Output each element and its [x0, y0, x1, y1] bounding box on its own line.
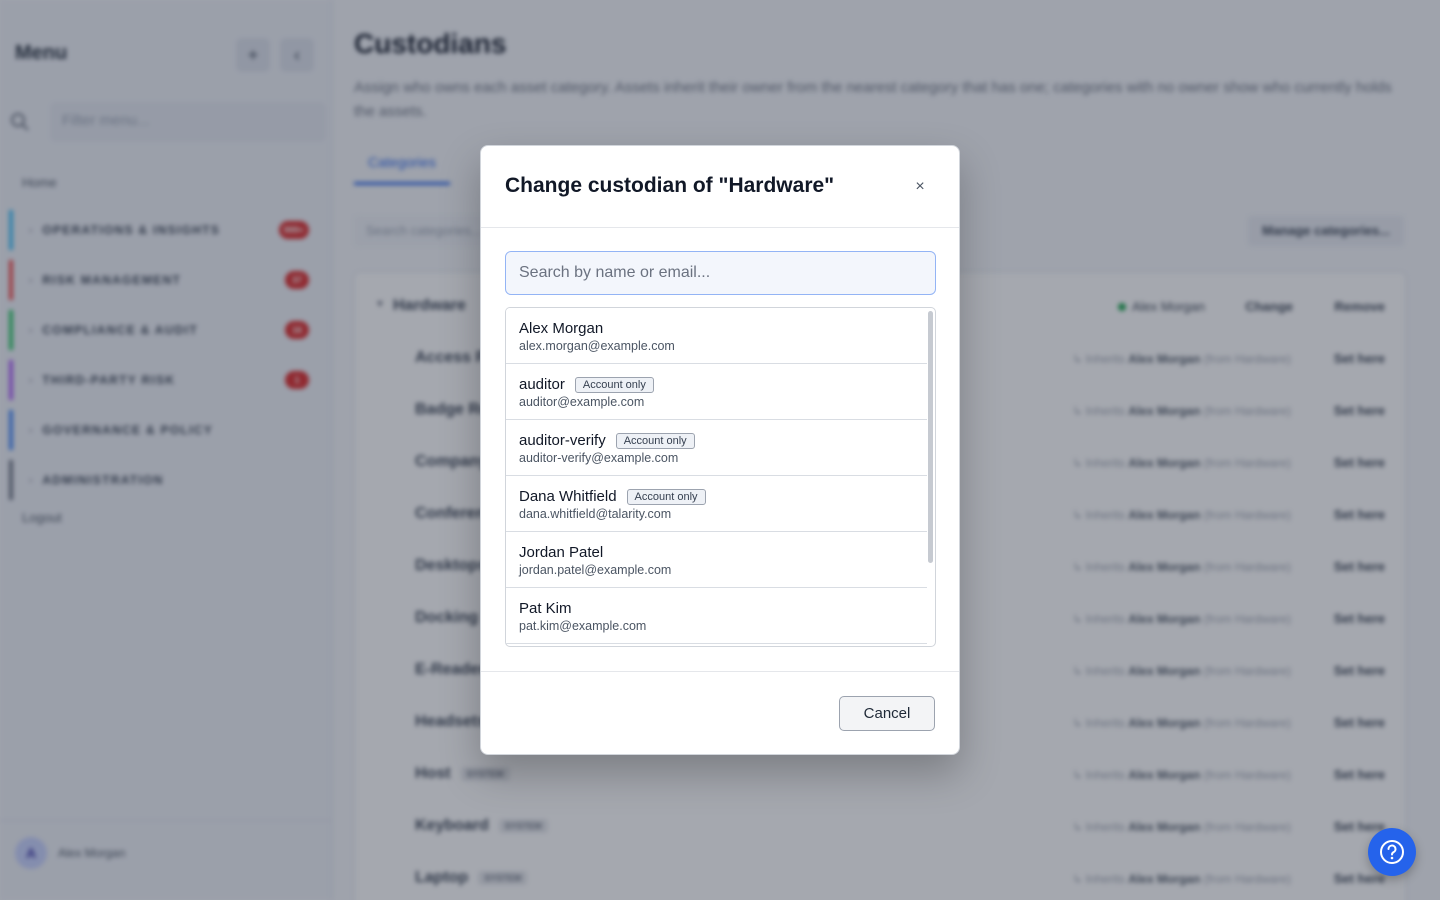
- close-icon[interactable]: ×: [911, 179, 929, 197]
- account-only-badge: Account only: [615, 433, 695, 449]
- custodian-email: pat.kim@example.com: [519, 619, 647, 633]
- custodian-name: Pat Kim: [519, 600, 572, 617]
- help-button[interactable]: [1368, 828, 1416, 876]
- modal-title: Change custodian of "Hardware": [505, 174, 835, 197]
- custodian-name: Dana Whitfield Account only: [519, 488, 706, 505]
- results-scrollbar[interactable]: [928, 311, 933, 563]
- custodian-option[interactable]: Alex Morgan alex.morgan@example.com: [506, 308, 927, 364]
- account-only-badge: Account only: [626, 489, 706, 505]
- custodian-email: dana.whitfield@talarity.com: [519, 507, 672, 521]
- help-circle-icon: [1380, 840, 1404, 864]
- custodian-email: auditor@example.com: [519, 395, 645, 409]
- custodian-email: jordan.patel@example.com: [519, 563, 672, 577]
- custodian-name: auditor Account only: [519, 376, 654, 393]
- custodian-name: Jordan Patel: [519, 544, 604, 561]
- custodian-email: auditor-verify@example.com: [519, 451, 679, 465]
- cancel-button[interactable]: Cancel: [839, 696, 935, 731]
- custodian-option[interactable]: Pat Kim pat.kim@example.com: [506, 588, 927, 644]
- custodian-email: alex.morgan@example.com: [519, 339, 675, 353]
- custodian-search-input[interactable]: [505, 251, 936, 295]
- custodian-name: Alex Morgan: [519, 320, 604, 337]
- modal-header: Change custodian of "Hardware" ×: [481, 146, 959, 228]
- modal-footer: Cancel: [481, 671, 959, 755]
- custodian-option[interactable]: Dana Whitfield Account only dana.whitfield…: [506, 476, 927, 532]
- custodian-option[interactable]: Jordan Patel jordan.patel@example.com: [506, 532, 927, 588]
- custodian-results-list: Alex Morgan alex.morgan@example.com audito…: [505, 307, 936, 647]
- change-custodian-dialog: Change custodian of "Hardware" × Alex Mo…: [480, 145, 960, 755]
- custodian-option[interactable]: auditor Account only auditor@example.com: [506, 364, 927, 420]
- custodian-option[interactable]: auditor-verify Account only auditor-verify…: [506, 420, 927, 476]
- account-only-badge: Account only: [574, 377, 654, 393]
- custodian-name: auditor-verify Account only: [519, 432, 695, 449]
